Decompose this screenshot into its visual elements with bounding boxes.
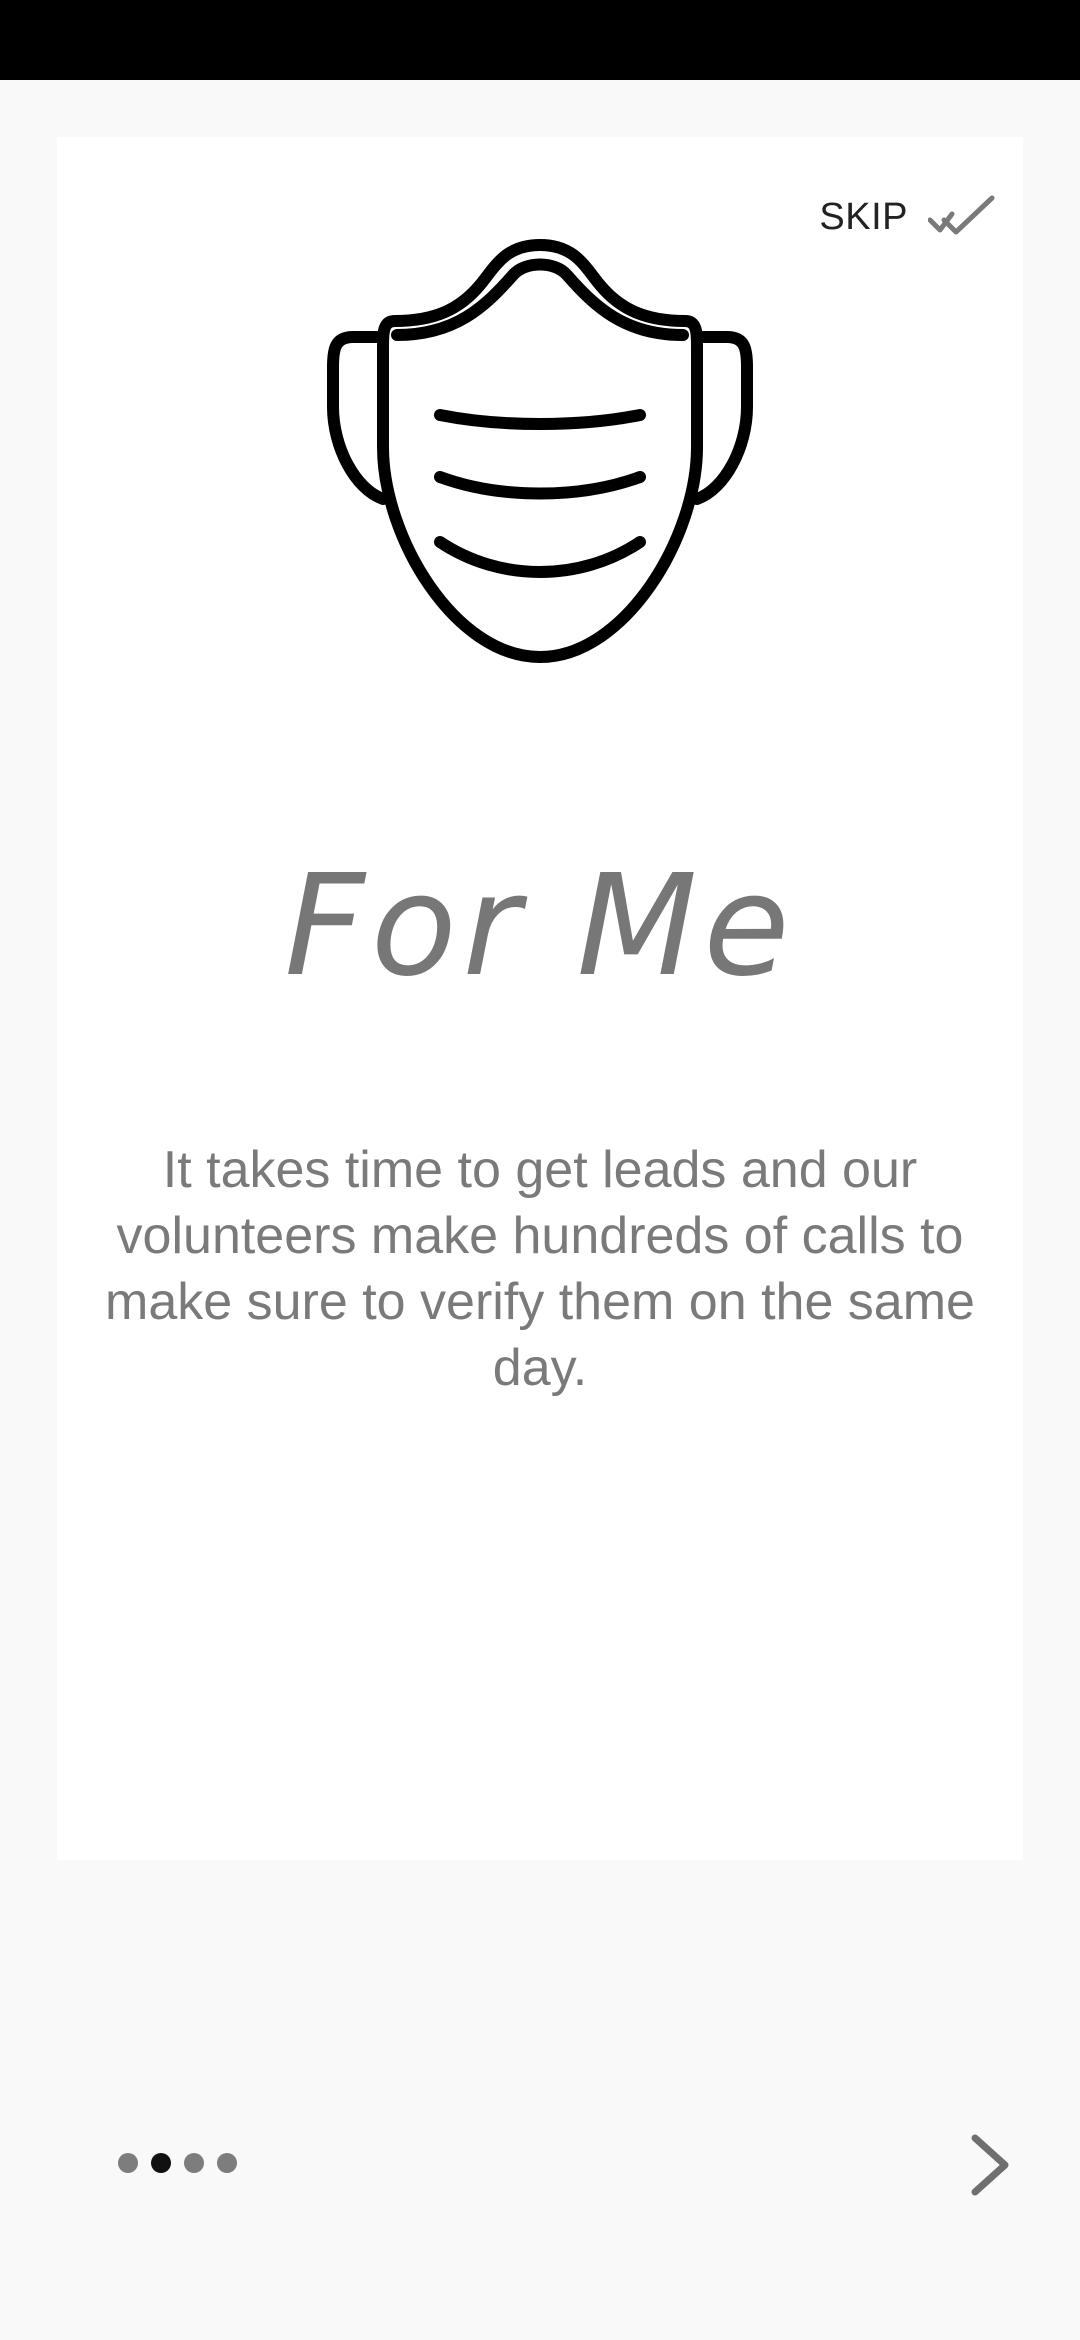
- page-dot: [217, 2153, 237, 2173]
- status-bar: [0, 0, 1080, 80]
- onboarding-card: SKIP For Me It takes time to get leads a…: [57, 137, 1023, 1860]
- page-title: For Me: [284, 845, 796, 1008]
- page-dot-active: [151, 2153, 171, 2173]
- skip-label: SKIP: [819, 195, 908, 238]
- skip-button[interactable]: SKIP: [819, 177, 998, 257]
- page-description: It takes time to get leads and our volun…: [105, 1141, 975, 1397]
- page-dot: [118, 2153, 138, 2173]
- face-mask-icon: [327, 239, 753, 663]
- page-indicator: [118, 2153, 237, 2173]
- chevron-right-icon[interactable]: [955, 2130, 1025, 2200]
- double-check-icon: [928, 195, 995, 235]
- page-dot: [184, 2153, 204, 2173]
